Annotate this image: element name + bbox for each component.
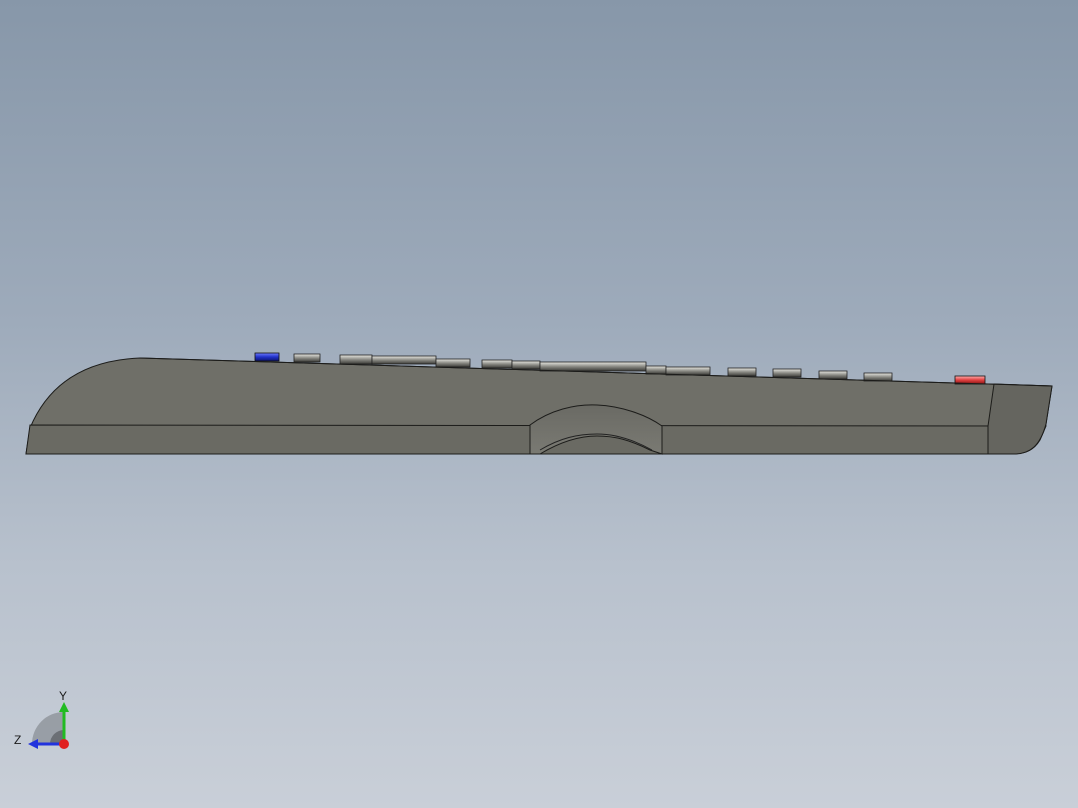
- top-button[interactable]: [539, 361, 647, 372]
- body-end-cap: [987, 383, 1053, 455]
- remote-control-model[interactable]: [0, 0, 1078, 808]
- top-button[interactable]: [818, 370, 848, 380]
- top-button[interactable]: [481, 359, 513, 369]
- orientation-triad[interactable]: Y Z: [10, 684, 80, 754]
- y-axis-label: Y: [59, 689, 67, 703]
- top-button[interactable]: [371, 355, 437, 365]
- z-axis-label: Z: [14, 733, 21, 747]
- top-button[interactable]: [293, 353, 321, 363]
- top-button[interactable]: [665, 366, 711, 376]
- top-button[interactable]: [727, 367, 757, 377]
- top-button[interactable]: [339, 354, 373, 365]
- top-button[interactable]: [863, 372, 893, 382]
- blue-button[interactable]: [254, 352, 280, 362]
- x-axis-dot-icon: [59, 739, 69, 749]
- top-button[interactable]: [511, 360, 541, 370]
- top-button[interactable]: [645, 365, 667, 375]
- cad-viewport[interactable]: Y Z: [0, 0, 1078, 808]
- top-button[interactable]: [772, 368, 802, 378]
- top-button[interactable]: [435, 358, 471, 368]
- y-arrow-icon: [59, 702, 69, 712]
